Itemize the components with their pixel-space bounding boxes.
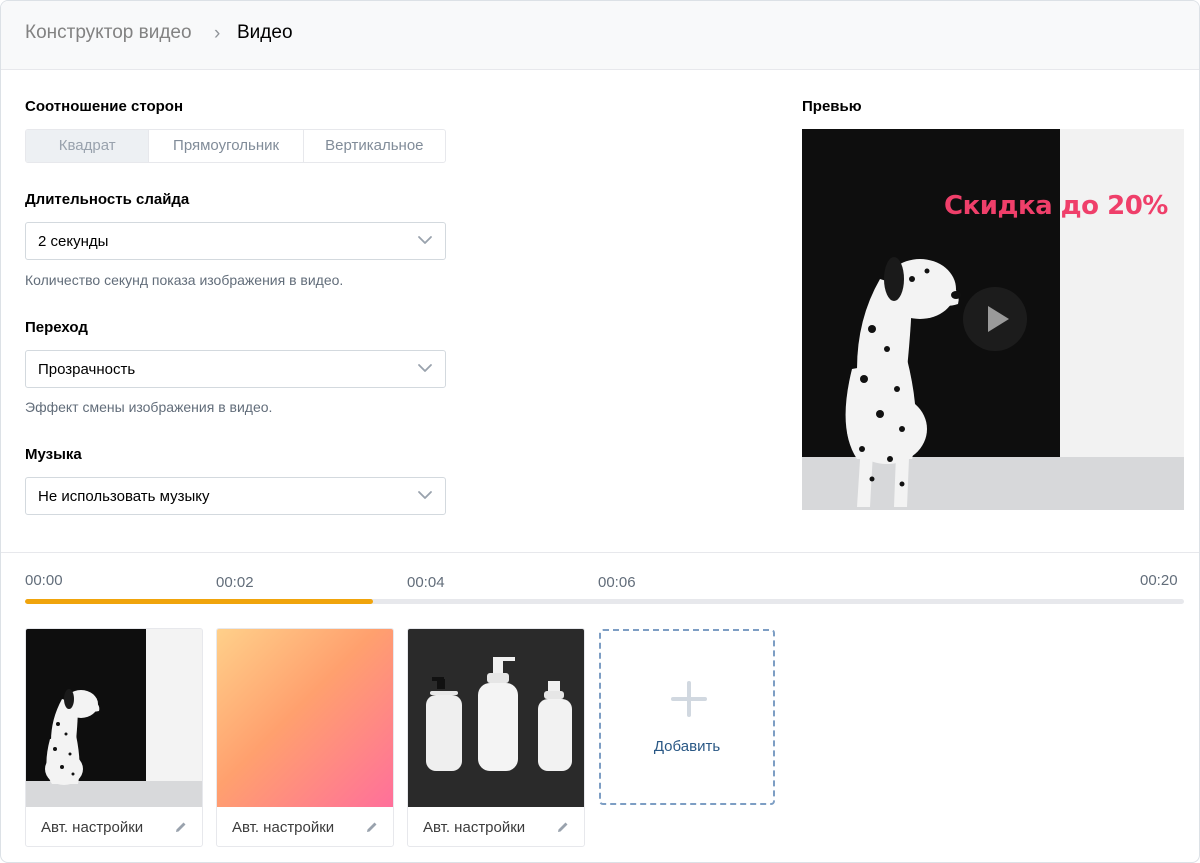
slide-duration-hint: Количество секунд показа изображения в в… <box>25 272 344 288</box>
slide-card[interactable]: Авт. настройки <box>25 628 203 847</box>
video-preview[interactable]: Скидка до 20% <box>802 129 1184 510</box>
aspect-ratio-label: Соотношение сторон <box>25 98 184 115</box>
chevron-down-icon <box>418 236 432 244</box>
timeline-tick: 00:02 <box>216 574 254 591</box>
timeline-progress-fill <box>25 599 373 604</box>
add-slide-button[interactable]: Добавить <box>599 629 775 805</box>
timeline-tick: 00:20 <box>1140 572 1178 589</box>
add-slide-label: Добавить <box>653 738 721 755</box>
section-divider <box>1 552 1199 553</box>
chevron-down-icon <box>418 491 432 499</box>
slide-duration-select[interactable]: 2 секунды <box>25 222 446 260</box>
timeline-tick: 00:00 <box>25 572 63 589</box>
header: Конструктор видео › Видео <box>1 1 1199 70</box>
music-label: Музыка <box>25 446 82 463</box>
aspect-ratio-selector: Квадрат Прямоугольник Вертикальное <box>25 129 446 163</box>
slide-duration-label: Длительность слайда <box>25 191 190 208</box>
transition-label: Переход <box>25 319 88 336</box>
timeline-progress-track[interactable] <box>25 599 1184 604</box>
pencil-icon[interactable] <box>365 820 379 834</box>
timeline-tick: 00:04 <box>407 574 445 591</box>
aspect-option-vertical[interactable]: Вертикальное <box>304 130 445 162</box>
transition-select[interactable]: Прозрачность <box>25 350 446 388</box>
slide-caption: Авт. настройки <box>423 819 526 836</box>
page-title: Видео <box>237 22 293 43</box>
slide-caption: Авт. настройки <box>41 819 144 836</box>
music-value: Не использовать музыку <box>38 488 210 505</box>
slide-caption: Авт. настройки <box>232 819 335 836</box>
slide-duration-value: 2 секунды <box>38 233 109 250</box>
slide-thumbnail-dalmatian <box>26 629 202 807</box>
play-icon <box>988 306 1009 332</box>
chevron-down-icon <box>418 364 432 372</box>
aspect-option-rectangle[interactable]: Прямоугольник <box>149 130 304 162</box>
slide-card[interactable]: Авт. настройки <box>216 628 394 847</box>
music-select[interactable]: Не использовать музыку <box>25 477 446 515</box>
plus-icon <box>671 681 707 717</box>
breadcrumb-separator-icon: › <box>214 23 221 44</box>
transition-value: Прозрачность <box>38 361 136 378</box>
video-constructor-window: Конструктор видео › Видео Соотношение ст… <box>0 0 1200 863</box>
pencil-icon[interactable] <box>556 820 570 834</box>
slide-thumbnail-bottles <box>408 629 584 807</box>
timeline-tick: 00:06 <box>598 574 636 591</box>
slide-thumbnail-gradient <box>217 629 393 807</box>
slide-card[interactable]: Авт. настройки <box>407 628 585 847</box>
breadcrumb-parent-link[interactable]: Конструктор видео <box>25 22 192 44</box>
transition-hint: Эффект смены изображения в видео. <box>25 399 273 415</box>
pencil-icon[interactable] <box>174 820 188 834</box>
play-button[interactable] <box>963 287 1027 351</box>
preview-label: Превью <box>802 98 862 115</box>
aspect-option-square[interactable]: Квадрат <box>26 130 150 162</box>
preview-promo-text: Скидка до 20% <box>944 191 1168 221</box>
